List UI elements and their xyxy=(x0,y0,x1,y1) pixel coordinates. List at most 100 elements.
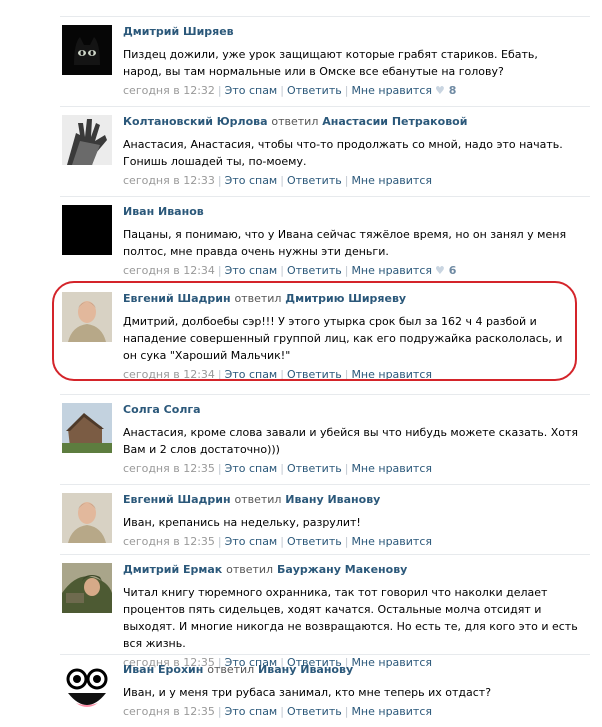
comment-text: Пиздец дожили, уже урок защищают которые… xyxy=(123,48,538,78)
separator: | xyxy=(217,462,222,475)
separator: | xyxy=(280,84,284,97)
comment-item: Евгений Шадрин ответил Ивану Иванову Ива… xyxy=(60,484,590,554)
spam-link[interactable]: Это спам xyxy=(225,368,278,381)
separator: | xyxy=(280,264,284,277)
reply-link[interactable]: Ответить xyxy=(287,705,342,718)
separator: | xyxy=(217,535,222,548)
comment-text: Дмитрий, долбоебы сэр!!! У этого утырка … xyxy=(123,315,563,362)
reply-link[interactable]: Ответить xyxy=(287,368,342,381)
avatar[interactable] xyxy=(62,563,112,613)
separator: | xyxy=(344,368,349,381)
separator: | xyxy=(217,174,222,187)
separator: | xyxy=(344,462,349,475)
like-count[interactable]: ♥ 8 xyxy=(435,84,456,97)
separator: | xyxy=(217,705,222,718)
reply-to-link[interactable]: Анастасии Петраковой xyxy=(322,115,467,128)
like-link[interactable]: Мне нравится xyxy=(351,84,432,97)
separator: | xyxy=(280,368,284,381)
replied-label: ответил xyxy=(234,493,282,506)
reply-to-link[interactable]: Ивану Иванову xyxy=(285,493,380,506)
spam-link[interactable]: Это спам xyxy=(225,174,278,187)
spam-link[interactable]: Это спам xyxy=(225,84,278,97)
spam-link[interactable]: Это спам xyxy=(225,462,278,475)
like-link[interactable]: Мне нравится xyxy=(351,264,432,277)
comment-item: Иван Иванов Пацаны, я понимаю, что у Ива… xyxy=(60,196,590,284)
heart-icon: ♥ xyxy=(435,264,445,277)
reply-to-link[interactable]: Бауржану Макенову xyxy=(277,563,407,576)
like-link[interactable]: Мне нравится xyxy=(351,462,432,475)
comment-meta: сегодня в 12:34 | Это спам | Ответить | Мне нр… xyxy=(123,368,583,382)
replied-label: ответил xyxy=(271,115,319,128)
comment-text: Анастасия, кроме слова завали и убейся в… xyxy=(123,426,579,456)
comment-item: Дмитрий Ширяев Пиздец дожили, уже урок з… xyxy=(60,16,590,106)
author-link[interactable]: Солга Солга xyxy=(123,403,201,416)
separator: | xyxy=(217,368,222,381)
reply-link[interactable]: Ответить xyxy=(287,462,342,475)
comment-meta: сегодня в 12:32 | Это спам | Ответить | Мне нр… xyxy=(123,84,583,98)
author-link[interactable]: Колтановский Юрлова xyxy=(123,115,268,128)
avatar[interactable] xyxy=(62,493,112,543)
comment-meta: сегодня в 12:35 | Это спам | Ответить | Мне нр… xyxy=(123,705,583,719)
comment-text: Анастасия, Анастасия, чтобы что-то продо… xyxy=(123,138,563,168)
reply-link[interactable]: Ответить xyxy=(287,84,342,97)
reply-link[interactable]: Ответить xyxy=(287,535,342,548)
avatar[interactable] xyxy=(62,663,112,713)
timestamp[interactable]: сегодня в 12:35 xyxy=(123,462,215,475)
like-link[interactable]: Мне нравится xyxy=(351,368,432,381)
reply-to-link[interactable]: Ивану Иванову xyxy=(258,663,353,676)
reply-link[interactable]: Ответить xyxy=(287,264,342,277)
separator: | xyxy=(217,264,222,277)
replied-label: ответил xyxy=(207,663,255,676)
separator: | xyxy=(344,535,349,548)
author-link[interactable]: Иван Ерохин xyxy=(123,663,203,676)
replied-label: ответил xyxy=(234,292,282,305)
separator: | xyxy=(344,264,349,277)
timestamp[interactable]: сегодня в 12:35 xyxy=(123,705,215,718)
spam-link[interactable]: Это спам xyxy=(225,264,278,277)
comment-text: Пацаны, я понимаю, что у Ивана сейчас тя… xyxy=(123,228,567,258)
avatar[interactable] xyxy=(62,115,112,165)
separator: | xyxy=(280,174,284,187)
separator: | xyxy=(344,705,349,718)
separator: | xyxy=(280,462,284,475)
comment-item: Евгений Шадрин ответил Дмитрию Ширяеву Д… xyxy=(60,284,590,394)
author-link[interactable]: Иван Иванов xyxy=(123,205,204,218)
comment-text: Иван, крепанись на недельку, разрулит! xyxy=(123,516,361,529)
separator: | xyxy=(344,174,349,187)
comment-meta: сегодня в 12:35 | Это спам | Ответить | Мне нр… xyxy=(123,462,583,476)
separator: | xyxy=(344,84,349,97)
like-count[interactable]: ♥ 6 xyxy=(435,264,456,277)
spam-link[interactable]: Это спам xyxy=(225,535,278,548)
avatar[interactable] xyxy=(62,292,112,342)
like-link[interactable]: Мне нравится xyxy=(351,535,432,548)
avatar[interactable] xyxy=(62,403,112,453)
like-link[interactable]: Мне нравится xyxy=(351,705,432,718)
like-link[interactable]: Мне нравится xyxy=(351,174,432,187)
replied-label: ответил xyxy=(226,563,274,576)
timestamp[interactable]: сегодня в 12:34 xyxy=(123,264,215,277)
author-link[interactable]: Дмитрий Ермак xyxy=(123,563,222,576)
separator: | xyxy=(217,84,222,97)
author-link[interactable]: Евгений Шадрин xyxy=(123,493,231,506)
comment-item: Иван Ерохин ответил Ивану Иванову Иван, … xyxy=(60,654,590,727)
comment-item: Дмитрий Ермак ответил Бауржану Макенову … xyxy=(60,554,590,669)
comment-text: Читал книгу тюремного охранника, так тот… xyxy=(123,586,578,650)
comment-meta: сегодня в 12:33 | Это спам | Ответить | Мне нр… xyxy=(123,174,583,188)
timestamp[interactable]: сегодня в 12:34 xyxy=(123,368,215,381)
timestamp[interactable]: сегодня в 12:33 xyxy=(123,174,215,187)
separator: | xyxy=(280,705,284,718)
avatar[interactable] xyxy=(62,25,112,75)
spam-link[interactable]: Это спам xyxy=(225,705,278,718)
separator: | xyxy=(280,535,284,548)
timestamp[interactable]: сегодня в 12:35 xyxy=(123,535,215,548)
comment-item: Солга Солга Анастасия, кроме слова завал… xyxy=(60,394,590,484)
reply-to-link[interactable]: Дмитрию Ширяеву xyxy=(285,292,406,305)
avatar[interactable] xyxy=(62,205,112,255)
comment-item: Колтановский Юрлова ответил Анастасии Пе… xyxy=(60,106,590,196)
author-link[interactable]: Дмитрий Ширяев xyxy=(123,25,234,38)
reply-link[interactable]: Ответить xyxy=(287,174,342,187)
author-link[interactable]: Евгений Шадрин xyxy=(123,292,231,305)
heart-icon: ♥ xyxy=(435,84,445,97)
comment-meta: сегодня в 12:35 | Это спам | Ответить | Мне нр… xyxy=(123,535,583,549)
timestamp[interactable]: сегодня в 12:32 xyxy=(123,84,215,97)
